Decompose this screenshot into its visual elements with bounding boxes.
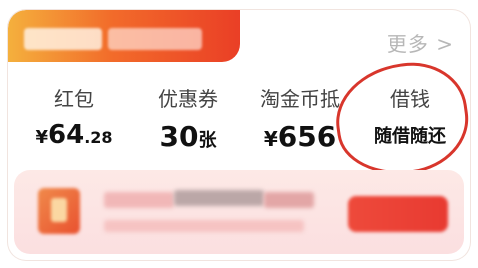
stat-borrow[interactable]: 借钱 随借随还 — [354, 68, 466, 154]
value-unit: 张 — [198, 130, 217, 151]
screen: 更多 > 红包 ¥64.28 优惠券 30张 淘金币抵 ¥656 借钱 随借随还 — [0, 0, 478, 268]
coupon-icon — [38, 188, 80, 234]
blurred-header-text — [24, 28, 102, 50]
value-integer: 64 — [48, 120, 85, 150]
blurred-title-segment — [174, 190, 264, 206]
value-number: 30 — [159, 120, 199, 153]
stat-value: 随借随还 — [374, 126, 446, 147]
stat-label: 淘金币抵 — [260, 87, 340, 111]
blurred-title-segment — [104, 192, 174, 208]
currency-symbol: ¥ — [35, 127, 48, 148]
stat-red-packet[interactable]: 红包 ¥64.28 — [18, 68, 130, 154]
card-header-banner — [8, 10, 240, 62]
assets-card: 更多 > 红包 ¥64.28 优惠券 30张 淘金币抵 ¥656 借钱 随借随还 — [8, 10, 470, 260]
promo-action-button[interactable] — [348, 196, 448, 232]
stat-coupons[interactable]: 优惠券 30张 — [132, 68, 244, 154]
promo-banner[interactable] — [14, 170, 464, 254]
stat-label: 优惠券 — [158, 87, 218, 111]
stat-label: 借钱 — [390, 87, 430, 111]
blurred-header-subtext — [108, 28, 202, 50]
stats-row: 红包 ¥64.28 优惠券 30张 淘金币抵 ¥656 借钱 随借随还 — [8, 68, 470, 168]
blurred-subtitle — [104, 220, 304, 232]
currency-symbol: ¥ — [263, 127, 278, 151]
blurred-title-segment — [264, 192, 314, 208]
stat-value: ¥656 — [244, 120, 356, 154]
stat-value: ¥64.28 — [18, 120, 130, 154]
stat-taojinbi[interactable]: 淘金币抵 ¥656 — [244, 68, 356, 154]
more-link[interactable]: 更多 > — [387, 28, 454, 57]
stat-label: 红包 — [54, 87, 94, 111]
value-number: 656 — [277, 120, 337, 153]
value-decimal: .28 — [84, 128, 113, 147]
stat-value: 30张 — [132, 120, 244, 154]
